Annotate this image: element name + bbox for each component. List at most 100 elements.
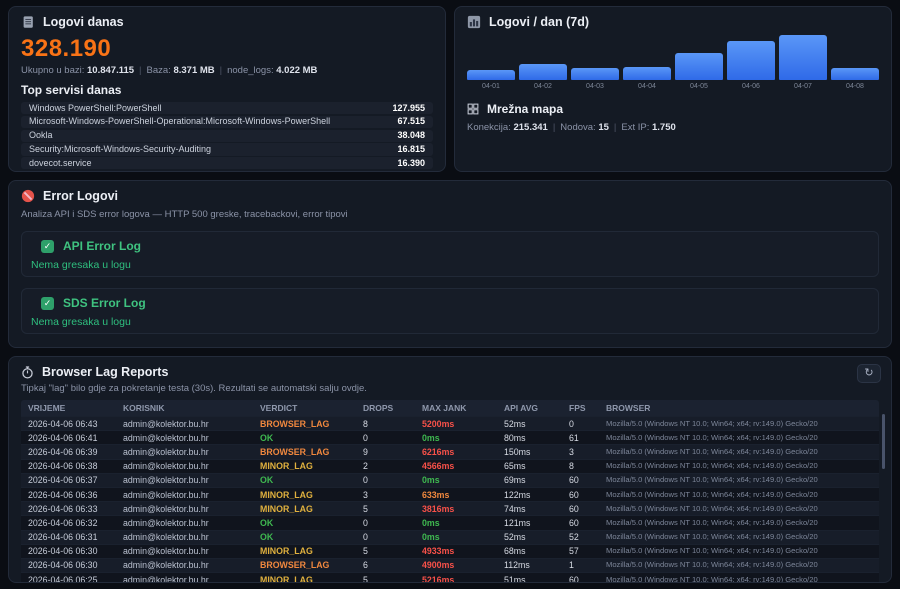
cell-time: 2026-04-06 06:33	[21, 504, 123, 514]
table-row: 2026-04-06 06:43 admin@kolektor.bu.hr BR…	[21, 416, 879, 430]
cell-browser: Mozilla/5.0 (Windows NT 10.0; Win64; x64…	[606, 546, 879, 556]
table-scrollbar[interactable]	[882, 414, 885, 469]
logs-today-summary: Ukupno u bazi: 10.847.115Baza: 8.371 MBn…	[21, 65, 433, 76]
table-header-row: VRIJEME KORISNIK VERDICT DROPS MAX JANK …	[21, 400, 879, 416]
cell-api-avg: 112ms	[504, 560, 569, 570]
table-row: 2026-04-06 06:30 admin@kolektor.bu.hr BR…	[21, 558, 879, 572]
cell-api-avg: 150ms	[504, 447, 569, 457]
cell-fps: 60	[569, 518, 606, 528]
dashboard: Logovi danas 328.190 Ukupno u bazi: 10.8…	[0, 0, 900, 589]
cell-verdict: MINOR_LAG	[260, 490, 363, 500]
cell-fps: 60	[569, 475, 606, 485]
cell-drops: 5	[363, 546, 422, 556]
cell-fps: 57	[569, 546, 606, 556]
cell-max-jank: 4900ms	[422, 560, 504, 570]
cell-time: 2026-04-06 06:43	[21, 419, 123, 429]
stat-item: Ukupno u bazi: 10.847.115	[21, 65, 134, 76]
service-name: Security:Microsoft-Windows-Security-Audi…	[29, 144, 211, 155]
cell-drops: 5	[363, 504, 422, 514]
error-logs-subtitle: Analiza API i SDS error logova — HTTP 50…	[21, 209, 879, 220]
cell-drops: 0	[363, 433, 422, 443]
col-fps: FPS	[569, 400, 606, 416]
service-count: 16.815	[397, 144, 425, 155]
table-row: 2026-04-06 06:39 admin@kolektor.bu.hr BR…	[21, 444, 879, 458]
cell-api-avg: 74ms	[504, 504, 569, 514]
stat-item: node_logs: 4.022 MB	[215, 65, 318, 76]
cell-browser: Mozilla/5.0 (Windows NT 10.0; Win64; x64…	[606, 575, 879, 583]
axis-tick-label: 04-05	[675, 83, 723, 90]
service-name: Ookla	[29, 130, 53, 141]
logs-per-day-chart: 04-0104-0204-0304-0404-0504-0604-0704-08	[467, 35, 879, 90]
service-name: dovecot.service	[29, 158, 92, 169]
cell-user: admin@kolektor.bu.hr	[123, 518, 260, 528]
cell-browser: Mozilla/5.0 (Windows NT 10.0; Win64; x64…	[606, 560, 879, 570]
cell-drops: 2	[363, 461, 422, 471]
cell-verdict: OK	[260, 433, 363, 443]
cell-verdict: OK	[260, 532, 363, 542]
axis-tick-label: 04-04	[623, 83, 671, 90]
cell-user: admin@kolektor.bu.hr	[123, 490, 260, 500]
cell-verdict: OK	[260, 475, 363, 485]
axis-tick-label: 04-03	[571, 83, 619, 90]
cell-api-avg: 121ms	[504, 518, 569, 528]
logs-icon	[21, 15, 35, 29]
stat-item: Ext IP: 1.750	[609, 122, 676, 133]
cell-api-avg: 65ms	[504, 461, 569, 471]
cell-api-avg: 69ms	[504, 475, 569, 485]
cell-browser: Mozilla/5.0 (Windows NT 10.0; Win64; x64…	[606, 504, 879, 514]
cell-user: admin@kolektor.bu.hr	[123, 560, 260, 570]
cell-user: admin@kolektor.bu.hr	[123, 575, 260, 583]
axis-tick-label: 04-06	[727, 83, 775, 90]
lag-reports-panel: ↻ Browser Lag Reports Tipkaj "lag" bilo …	[8, 356, 892, 583]
cell-time: 2026-04-06 06:38	[21, 461, 123, 471]
axis-tick-label: 04-02	[519, 83, 567, 90]
cell-verdict: BROWSER_LAG	[260, 419, 363, 429]
cell-verdict: MINOR_LAG	[260, 546, 363, 556]
cell-api-avg: 52ms	[504, 532, 569, 542]
table-row: 2026-04-06 06:37 admin@kolektor.bu.hr OK…	[21, 473, 879, 487]
service-count: 67.515	[397, 116, 425, 127]
cell-time: 2026-04-06 06:36	[21, 490, 123, 500]
cell-drops: 0	[363, 475, 422, 485]
bar	[779, 35, 827, 80]
table-row: 2026-04-06 06:41 admin@kolektor.bu.hr OK…	[21, 430, 879, 444]
logs-today-header: Logovi danas	[21, 15, 433, 29]
refresh-button[interactable]: ↻	[857, 364, 881, 383]
cell-time: 2026-04-06 06:25	[21, 575, 123, 583]
cell-time: 2026-04-06 06:39	[21, 447, 123, 457]
cell-max-jank: 0ms	[422, 532, 504, 542]
logs-per-day-title: Logovi / dan (7d)	[489, 15, 589, 29]
stat-item: Nodova: 15	[548, 122, 609, 133]
bar	[675, 35, 723, 80]
network-map-stats: Konekcija: 215.341Nodova: 15Ext IP: 1.75…	[467, 122, 879, 133]
cell-browser: Mozilla/5.0 (Windows NT 10.0; Win64; x64…	[606, 433, 879, 443]
service-row: Ookla 38.048	[21, 130, 433, 142]
service-name: Windows PowerShell:PowerShell	[29, 103, 162, 114]
logs-per-day-panel: Logovi / dan (7d) 04-0104-0204-0304-0404…	[454, 6, 892, 172]
bar	[623, 35, 671, 80]
error-section-status: Nema gresaka u logu	[31, 316, 869, 328]
table-row: 2026-04-06 06:36 admin@kolektor.bu.hr MI…	[21, 487, 879, 501]
cell-fps: 61	[569, 433, 606, 443]
cell-user: admin@kolektor.bu.hr	[123, 475, 260, 485]
cell-fps: 60	[569, 575, 606, 583]
cell-time: 2026-04-06 06:31	[21, 532, 123, 542]
service-row: Microsoft-Windows-PowerShell-Operational…	[21, 116, 433, 128]
logs-today-count: 328.190	[21, 35, 433, 63]
network-map-title: Mrežna mapa	[487, 102, 563, 116]
cell-time: 2026-04-06 06:30	[21, 560, 123, 570]
bar	[519, 35, 567, 80]
cell-browser: Mozilla/5.0 (Windows NT 10.0; Win64; x64…	[606, 532, 879, 542]
top-services-list: Windows PowerShell:PowerShell 127.955 Mi…	[21, 102, 433, 172]
cell-browser: Mozilla/5.0 (Windows NT 10.0; Win64; x64…	[606, 419, 879, 429]
bar-chart-icon	[467, 15, 481, 29]
cell-verdict: MINOR_LAG	[260, 575, 363, 583]
stat-item: Baza: 8.371 MB	[134, 65, 215, 76]
cell-max-jank: 4933ms	[422, 546, 504, 556]
cell-user: admin@kolektor.bu.hr	[123, 546, 260, 556]
check-icon: ✓	[41, 240, 54, 253]
no-entry-icon	[21, 189, 35, 203]
bar	[727, 35, 775, 80]
stat-item: Konekcija: 215.341	[467, 122, 548, 133]
top-services-title: Top servisi danas	[21, 83, 433, 97]
